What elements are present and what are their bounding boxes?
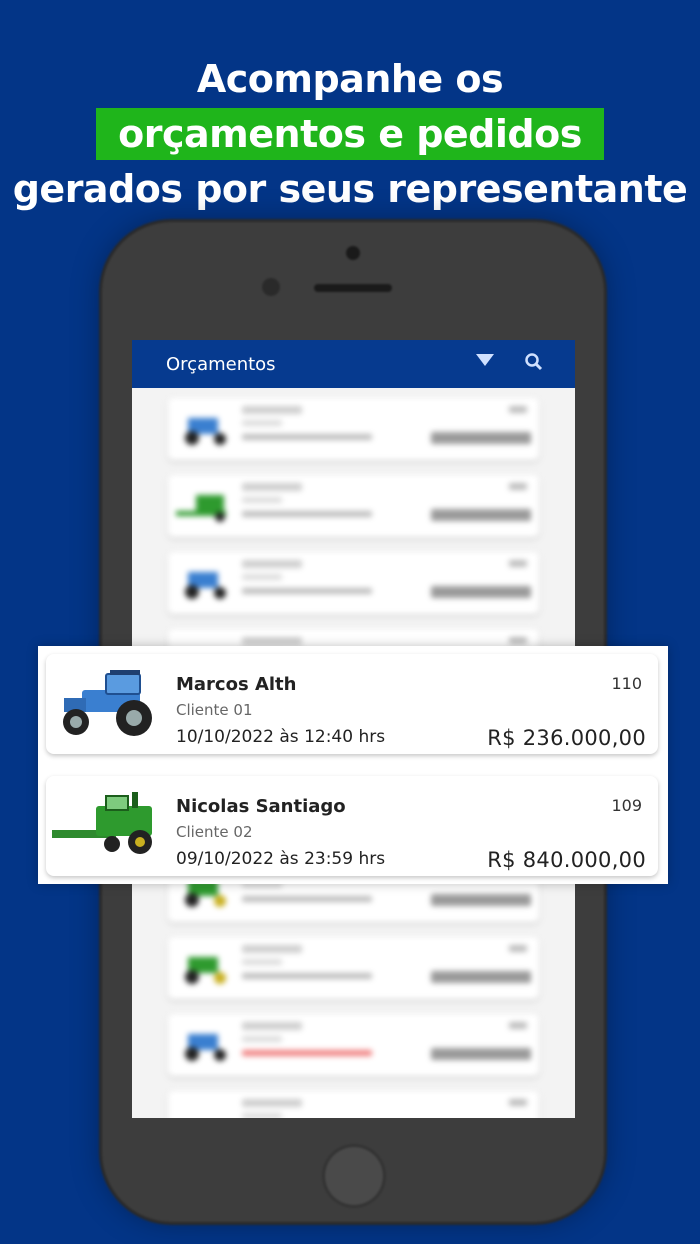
list-item[interactable] bbox=[168, 1091, 539, 1118]
client-name: Marcos Alth bbox=[176, 674, 297, 695]
phone-camera bbox=[346, 246, 360, 260]
app-title: Orçamentos bbox=[166, 353, 276, 375]
tractor-icon bbox=[185, 418, 226, 445]
list-item[interactable] bbox=[168, 398, 539, 460]
quote-card[interactable]: Nicolas Santiago Cliente 02 09/10/2022 à… bbox=[46, 776, 658, 876]
tractor-icon bbox=[185, 572, 226, 599]
list-item[interactable] bbox=[168, 937, 539, 999]
phone-sensor bbox=[262, 278, 280, 296]
quote-number: 110 bbox=[611, 674, 642, 693]
headline-line-1: Acompanhe os bbox=[196, 57, 504, 101]
list-item[interactable] bbox=[168, 475, 539, 537]
harvester-icon bbox=[176, 495, 226, 522]
client-label: Cliente 01 bbox=[176, 701, 253, 719]
app-bar: Orçamentos bbox=[132, 340, 575, 388]
quote-datetime: 10/10/2022 às 12:40 hrs bbox=[176, 727, 386, 747]
home-button[interactable] bbox=[322, 1144, 386, 1208]
tractor-icon bbox=[185, 1034, 226, 1061]
harvester-green-icon bbox=[52, 792, 152, 854]
quote-datetime: 09/10/2022 às 23:59 hrs bbox=[176, 849, 386, 869]
filter-icon[interactable] bbox=[476, 354, 494, 366]
quote-value: R$ 236.000,00 bbox=[487, 726, 646, 750]
tractor-blue-icon bbox=[63, 670, 152, 736]
client-label: Cliente 02 bbox=[176, 823, 253, 841]
headline-line-3: gerados por seus representante bbox=[12, 167, 688, 211]
list-item[interactable] bbox=[168, 552, 539, 614]
list-item[interactable] bbox=[168, 1014, 539, 1076]
headline: Acompanhe os orçamentos e pedidos gerado… bbox=[0, 52, 700, 216]
highlight-panel: Marcos Alth Cliente 01 10/10/2022 às 12:… bbox=[38, 646, 668, 884]
headline-highlight: orçamentos e pedidos bbox=[96, 108, 604, 160]
quote-card[interactable]: Marcos Alth Cliente 01 10/10/2022 às 12:… bbox=[46, 654, 658, 754]
phone-speaker bbox=[314, 284, 392, 292]
search-icon[interactable] bbox=[524, 352, 544, 372]
quote-value: R$ 840.000,00 bbox=[487, 848, 646, 872]
client-name: Nicolas Santiago bbox=[176, 796, 346, 817]
tractor-icon bbox=[185, 957, 226, 984]
quote-number: 109 bbox=[611, 796, 642, 815]
